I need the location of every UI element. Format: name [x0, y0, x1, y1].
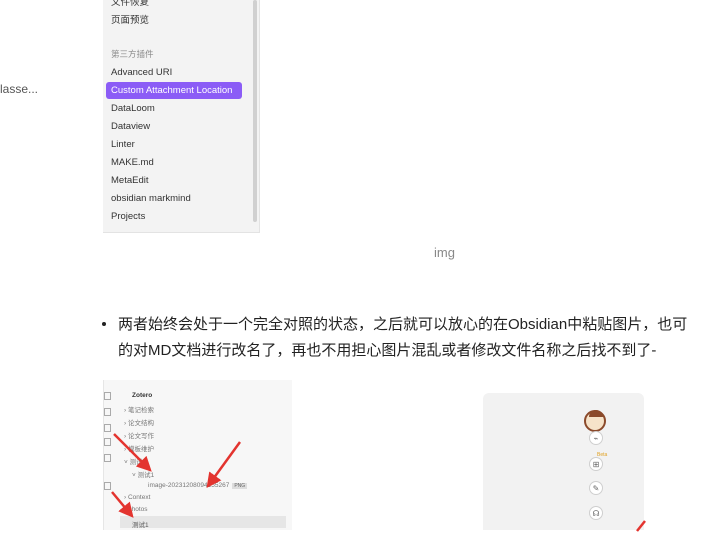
- bullet-dot: [102, 322, 106, 326]
- plugin-item-obsidian-markmind: obsidian markmind: [111, 193, 191, 204]
- file-tree-screenshot: Zotero › 笔记检索 › 论文结构 › 论文写作 › 模板维护 ˅ 测试 …: [103, 380, 292, 530]
- plugin-item-projects: Projects: [111, 211, 146, 222]
- plugin-item-make-md: MAKE.md: [111, 157, 154, 168]
- settings-item-file-recovery: 文件恢复: [111, 0, 150, 8]
- clipped-link-text: lasse...: [0, 82, 39, 96]
- beta-badge: Beta: [597, 452, 608, 458]
- plugin-item-dataview: Dataview: [111, 121, 151, 132]
- red-arrow: [206, 441, 242, 489]
- edit-icon: ✎: [589, 481, 603, 495]
- third-party-plugins-heading: 第三方插件: [111, 49, 154, 59]
- settings-plugin-list-screenshot: 文件恢复 页面预览 第三方插件 Advanced URI Custom Atta…: [103, 0, 260, 233]
- red-arrow: [113, 433, 152, 472]
- bullet-text-line-2: 的对MD文档进行改名了，再也不用担心图片混乱或者修改文件名称之后找不到了-: [118, 342, 657, 359]
- settings-scrollbar: [253, 0, 257, 222]
- plugin-item-metaedit: MetaEdit: [111, 175, 149, 186]
- plugin-item-advanced-uri: Advanced URI: [111, 67, 173, 78]
- chart-icon: ⌁: [589, 431, 603, 445]
- headset-icon: ☊: [589, 506, 603, 520]
- plugin-item-linter: Linter: [111, 139, 135, 150]
- image-caption: img: [434, 245, 455, 260]
- red-arrow: [636, 520, 646, 532]
- plugin-item-custom-attachment-location: Custom Attachment Location: [106, 82, 242, 99]
- settings-item-page-preview: 页面预览: [111, 15, 150, 26]
- side-panel-screenshot: ⌁ ⊞ Beta ✎ ☊: [483, 393, 646, 532]
- red-arrow: [111, 491, 134, 518]
- avatar-icon: [584, 410, 606, 432]
- annotation-arrows: [111, 433, 242, 518]
- table-icon: ⊞: [589, 457, 603, 471]
- plugin-item-dataloom: DataLoom: [111, 103, 155, 114]
- bullet-text-line-1: 两者始终会处于一个完全对照的状态，之后就可以放心的在Obsidian中粘贴图片，…: [118, 316, 688, 333]
